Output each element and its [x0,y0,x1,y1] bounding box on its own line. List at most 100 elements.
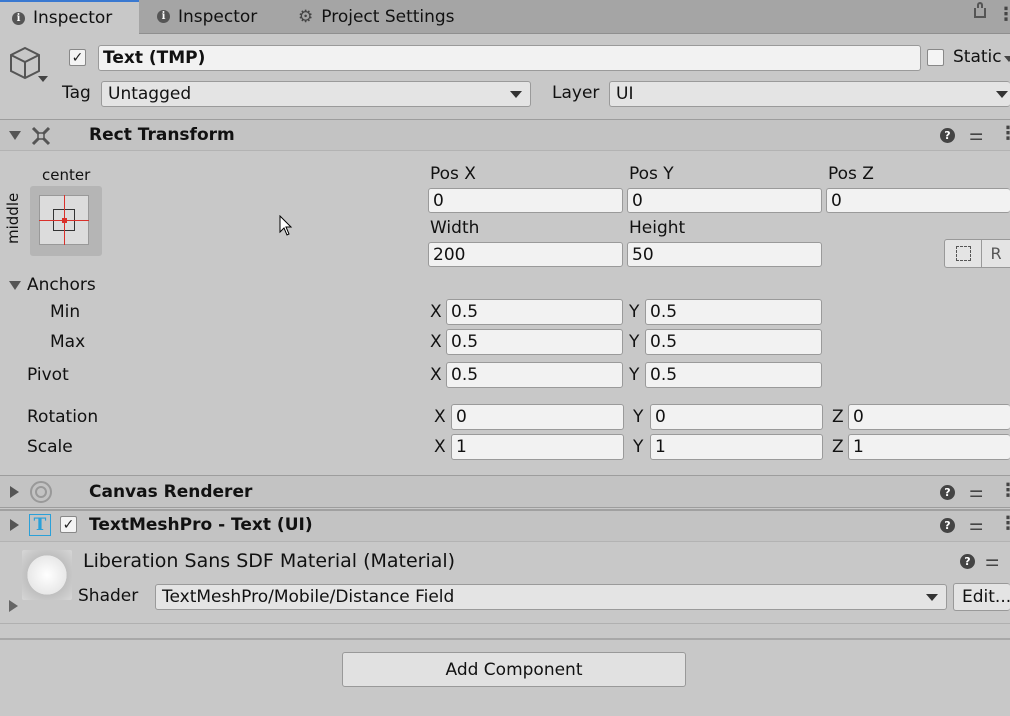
info-icon: i [157,10,170,23]
raw-edit-button[interactable]: R [981,239,1010,268]
tag-dropdown[interactable]: Untagged [101,81,531,107]
anchor-max-y-input[interactable]: 0.5 [645,329,822,355]
pivot-x-input[interactable]: 0.5 [446,362,623,388]
dashed-rect-icon [955,246,971,261]
presets-sliders-icon[interactable]: ⚌ [985,551,999,570]
anchor-max-label: Max [50,332,86,352]
anchor-min-x-input[interactable]: 0.5 [446,299,623,325]
icon-dropdown-arrow-icon[interactable] [38,76,48,82]
pos-y-input[interactable]: 0 [627,188,822,213]
scale-x-input[interactable]: 1 [451,434,624,460]
height-label: Height [629,218,686,238]
anchor-horizontal-label: center [42,166,91,184]
axis-y-label: Y [629,332,640,352]
canvas-renderer-title: Canvas Renderer [89,482,253,502]
tab-project-settings[interactable]: ⚙ Project Settings [298,0,455,33]
pos-y-label: Pos Y [629,164,674,184]
axis-x-label: X [434,407,446,427]
pivot-y-input[interactable]: 0.5 [645,362,822,388]
presets-sliders-icon[interactable]: ⚌ [969,482,983,501]
rect-transform-icon [31,126,51,146]
static-dropdown-arrow-icon[interactable] [1004,56,1010,62]
presets-sliders-icon[interactable]: ⚌ [969,515,983,534]
more-options-icon[interactable]: ⋮ [999,513,1010,534]
gameobject-cube-icon[interactable] [8,45,42,81]
pivot-label: Pivot [27,365,69,385]
anchors-label: Anchors [27,275,96,295]
anchor-min-label: Min [50,302,81,322]
tag-label: Tag [62,83,91,103]
static-checkbox[interactable] [927,49,944,66]
axis-y-label: Y [629,302,640,322]
mouse-cursor-icon [279,215,293,236]
collapse-arrow-icon[interactable] [9,131,21,140]
material-title: Liberation Sans SDF Material (Material) [83,550,456,572]
layer-dropdown[interactable]: UI [609,81,1010,107]
anchors-foldout-arrow-icon[interactable] [9,281,21,290]
pos-x-label: Pos X [430,164,476,184]
chevron-down-icon [510,91,522,98]
axis-y-label: Y [633,407,644,427]
active-checkbox[interactable]: ✓ [69,49,86,66]
add-component-button[interactable]: Add Component [342,652,686,687]
help-icon[interactable]: ? [940,518,955,533]
rotation-y-input[interactable]: 0 [650,404,823,430]
expand-arrow-icon[interactable] [10,519,19,531]
material-expand-arrow-icon[interactable] [9,600,18,612]
axis-x-label: X [430,365,442,385]
axis-y-label: Y [633,437,644,457]
axis-x-label: X [430,302,442,322]
axis-y-label: Y [629,365,640,385]
material-preview-thumbnail [22,550,72,600]
rect-transform-title: Rect Transform [89,125,235,145]
help-icon[interactable]: ? [960,554,975,569]
height-input[interactable]: 50 [627,242,822,267]
textmeshpro-icon: T [29,514,51,536]
lock-icon[interactable] [974,2,986,18]
pos-z-label: Pos Z [828,164,874,184]
scale-y-input[interactable]: 1 [650,434,823,460]
more-options-icon[interactable]: ⋮ [999,480,1010,501]
static-label: Static [953,47,1002,67]
rotation-z-input[interactable]: 0 [848,404,1010,430]
info-icon: i [12,11,25,25]
blueprint-mode-button[interactable] [944,239,982,268]
help-icon[interactable]: ? [940,128,955,143]
pos-z-input[interactable]: 0 [826,188,1010,213]
tab-inspector-2[interactable]: i Inspector [157,0,257,33]
canvas-renderer-eye-icon [30,481,52,503]
more-options-icon[interactable]: ⋮ [997,4,1010,25]
tab-inspector-1[interactable]: i Inspector [0,0,139,34]
width-label: Width [430,218,480,238]
width-input[interactable]: 200 [428,242,623,267]
anchor-min-y-input[interactable]: 0.5 [645,299,822,325]
rotation-label: Rotation [27,407,99,427]
divider [0,638,1010,640]
shader-dropdown[interactable]: TextMeshPro/Mobile/Distance Field [155,584,947,610]
tab-bar [0,0,1010,34]
presets-sliders-icon[interactable]: ⚌ [969,125,983,144]
axis-z-label: Z [832,407,844,427]
textmeshpro-enabled-checkbox[interactable]: ✓ [60,516,77,533]
shader-label: Shader [78,586,139,606]
expand-arrow-icon[interactable] [10,486,19,498]
rotation-x-input[interactable]: 0 [451,404,624,430]
axis-z-label: Z [832,437,844,457]
anchor-presets-button[interactable] [30,186,102,256]
axis-x-label: X [430,332,442,352]
anchor-max-x-input[interactable]: 0.5 [446,329,623,355]
chevron-down-icon [996,91,1008,98]
edit-shader-button[interactable]: Edit... [953,583,1010,611]
chevron-down-icon [926,594,938,601]
pos-x-input[interactable]: 0 [428,188,623,213]
anchor-vertical-label: middle [4,192,22,244]
axis-x-label: X [434,437,446,457]
help-icon[interactable]: ? [940,485,955,500]
textmeshpro-title: TextMeshPro - Text (UI) [89,515,313,535]
layer-label: Layer [552,83,600,103]
object-name-input[interactable]: Text (TMP) [98,45,921,71]
more-options-icon[interactable]: ⋮ [999,123,1010,144]
scale-z-input[interactable]: 1 [848,434,1010,460]
divider [0,623,1010,624]
scale-label: Scale [27,437,73,457]
